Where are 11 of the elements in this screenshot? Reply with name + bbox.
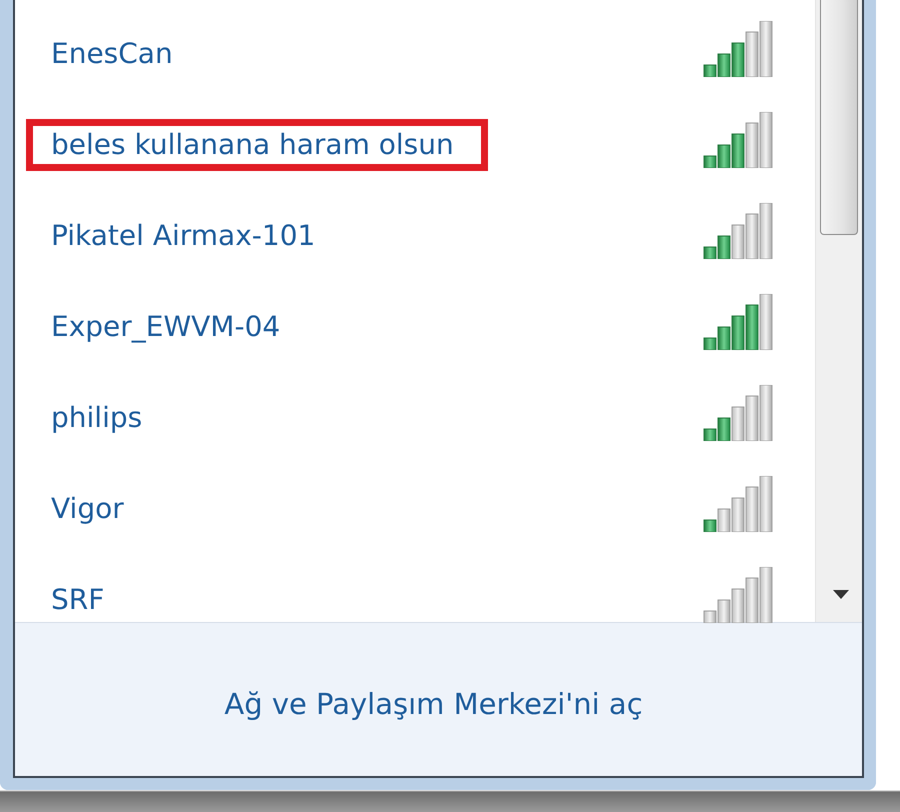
network-name[interactable]: EnesCan xyxy=(49,37,175,71)
network-name[interactable]: SRF xyxy=(49,583,106,617)
network-name[interactable]: Exper_EWVM-04 xyxy=(49,310,282,344)
network-name[interactable]: Pikatel Airmax-101 xyxy=(49,219,318,253)
scroll-thumb[interactable] xyxy=(820,0,858,235)
scrollbar[interactable] xyxy=(815,0,862,622)
network-name[interactable]: Vigor xyxy=(49,492,126,526)
scroll-down-arrow-icon[interactable] xyxy=(833,590,849,600)
network-name[interactable]: philips xyxy=(49,401,144,435)
network-name[interactable]: beles kullanana haram olsun xyxy=(49,128,456,161)
network-center-link[interactable]: Ağ ve Paylaşım Merkezi'ni aç xyxy=(224,686,643,720)
